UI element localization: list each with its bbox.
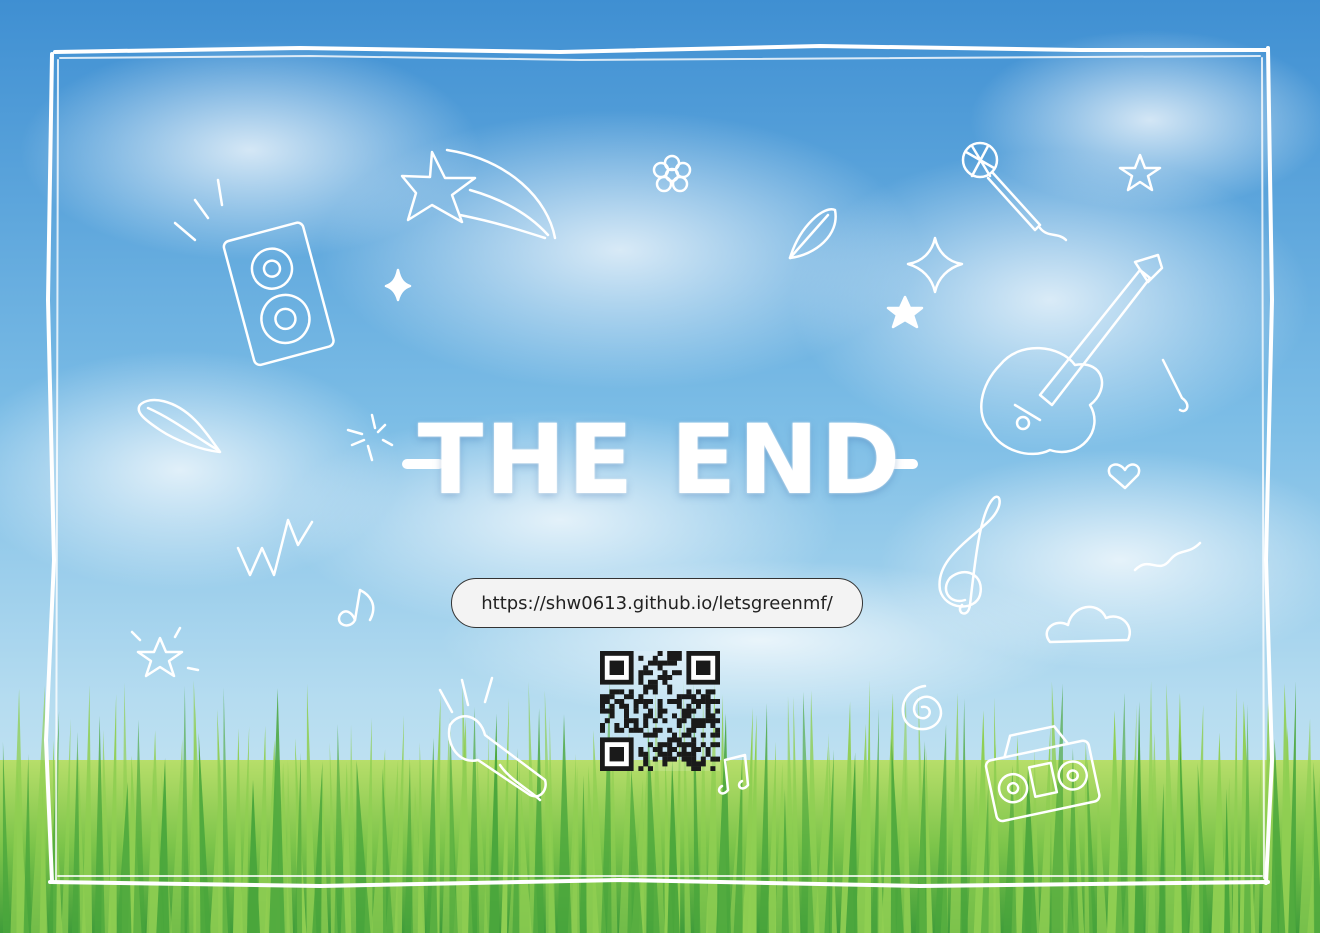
link-url[interactable]: https://shw0613.github.io/letsgreenmf/ <box>451 578 863 628</box>
page-title: THE END <box>417 404 903 516</box>
qr-code[interactable] <box>600 651 720 771</box>
